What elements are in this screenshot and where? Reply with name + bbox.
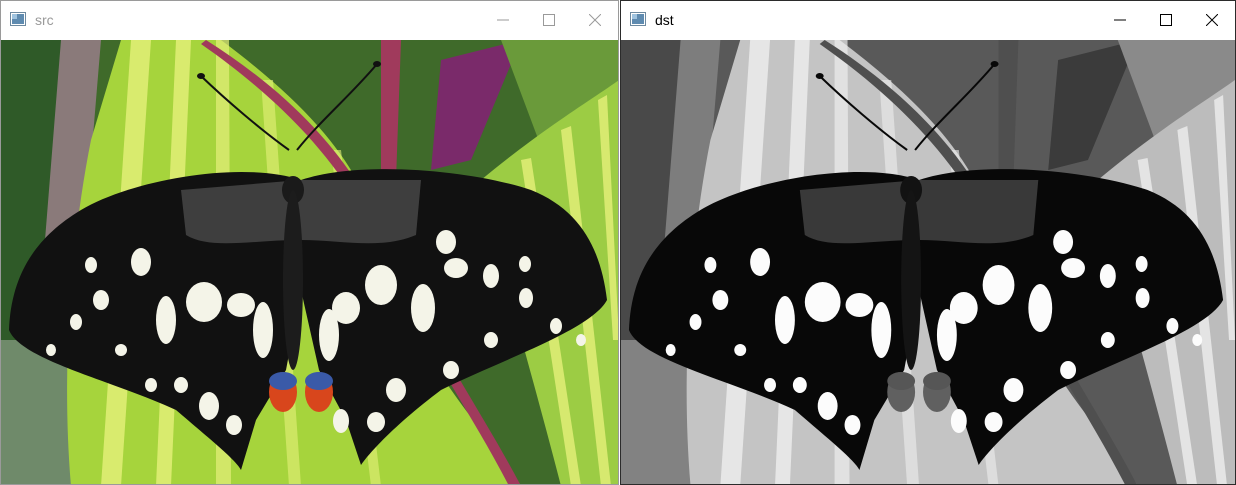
minimize-icon (1114, 19, 1126, 21)
close-icon (1206, 14, 1218, 26)
close-icon (589, 14, 601, 26)
app-icon (10, 12, 26, 26)
maximize-icon (1160, 14, 1172, 26)
close-button[interactable] (1189, 1, 1235, 39)
title-bar[interactable]: src (1, 1, 618, 39)
close-button[interactable] (572, 1, 618, 39)
minimize-button[interactable] (1097, 1, 1143, 39)
butterfly-grayscale-image (621, 40, 1235, 484)
dst-window[interactable]: dst (620, 0, 1236, 485)
image-canvas[interactable] (621, 40, 1235, 484)
maximize-button[interactable] (1143, 1, 1189, 39)
minimize-icon (497, 19, 509, 21)
maximize-icon (543, 14, 555, 26)
butterfly-image (1, 40, 618, 484)
maximize-button[interactable] (526, 1, 572, 39)
window-title: src (35, 12, 54, 28)
app-icon (630, 12, 646, 26)
minimize-button[interactable] (480, 1, 526, 39)
image-canvas[interactable] (1, 40, 618, 484)
src-window[interactable]: src (0, 0, 619, 485)
title-bar[interactable]: dst (621, 1, 1235, 39)
window-title: dst (655, 12, 674, 28)
